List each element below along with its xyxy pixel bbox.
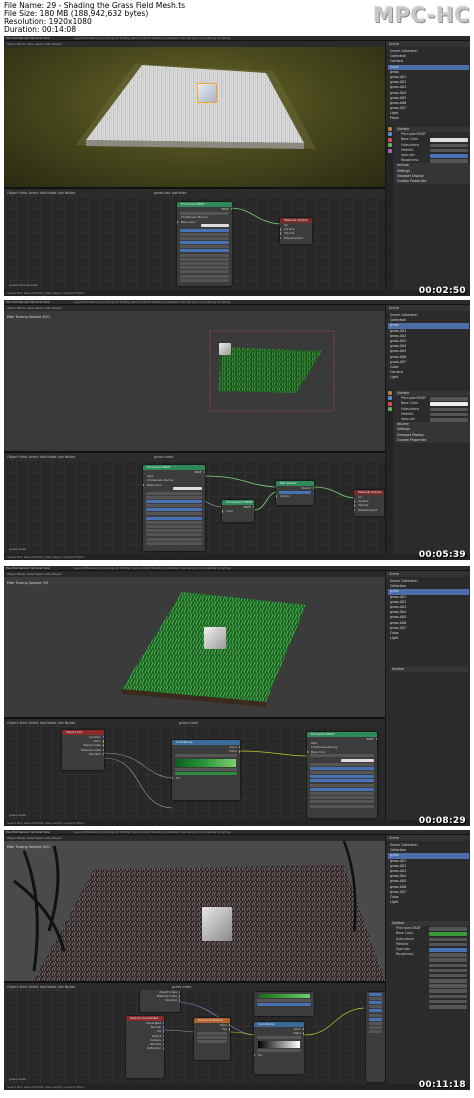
grass-field-render	[122, 592, 306, 707]
principled-bsdf-node[interactable]: Principled BSDF BSDF GGX Christensen-Bur…	[307, 732, 377, 818]
video-frame-1: File Edit Render Window Help Layout Mode…	[4, 36, 470, 296]
3d-viewport[interactable]: Path Tracing Sample 3/21	[4, 841, 385, 981]
node-editor[interactable]: Object Info Location Color Object Index …	[4, 726, 385, 820]
right-side-panels: Scene Scene Collection Collection grass …	[385, 835, 470, 1084]
material-output-node[interactable]: Material Output All Surface Volume Displ…	[354, 490, 384, 516]
node-editor-header: Object View Select Add Node Use Nodes gr…	[4, 453, 385, 460]
video-frame-4: File Edit Render Window Help Layout Mode…	[4, 830, 470, 1090]
video-frame-2: File Edit Render Window Help Layout Mode…	[4, 300, 470, 560]
object-info-node[interactable]: Object Index Material Index Random	[140, 990, 180, 1012]
node-editor-header: Object View Select Add Node Use Nodes gr…	[4, 719, 385, 726]
3d-viewport[interactable]: Path Tracing Sample 6/21	[4, 311, 385, 451]
outliner[interactable]: Scene Collection Collection grass grass.…	[388, 843, 469, 905]
node-editor-header: Object View Select Add Node Use Nodes gr…	[4, 189, 385, 196]
mix-rgb-node[interactable]	[254, 992, 314, 1016]
grass-field-render	[76, 64, 316, 149]
node-editor-header: Object View Select Add Node Use Nodes gr…	[4, 983, 385, 990]
right-side-panels: Scene Scene Collection Collection Camera…	[385, 41, 470, 290]
video-frame-3: File Edit Render Window Help Layout Mode…	[4, 566, 470, 826]
file-info-header: File Name: 29 - Shading the Grass Field …	[0, 0, 474, 34]
principled-bsdf-node-partial[interactable]	[366, 992, 385, 1082]
status-bar: Select Box Select Rotate View Object Con…	[4, 554, 470, 560]
status-bar: Select Box Select Rotate View Object Con…	[4, 290, 470, 296]
workspace-tabs[interactable]: Layout Modeling Sculpting UV Editing Tex…	[74, 36, 230, 40]
properties-panel[interactable]: Surface Principled BSDF Base Color Subsu…	[395, 391, 470, 443]
cube-object[interactable]	[197, 83, 217, 103]
mpc-hc-logo: MPC-HC	[373, 3, 470, 27]
duration: Duration: 00:14:08	[4, 25, 77, 34]
material-output-node[interactable]: Material Output All Surface Volume Displ…	[280, 218, 312, 244]
principled-bsdf-node[interactable]: Principled BSDF BSDF Christensen-Burley …	[177, 202, 232, 286]
status-bar: Select Box Select Rotate View Object Con…	[4, 1084, 470, 1090]
mix-shader-node[interactable]: Mix Shader Shader Shader	[276, 481, 314, 505]
properties-panel[interactable]: Surface Principled BSDF Base Color Subsu…	[390, 921, 469, 1009]
properties-panel[interactable]: Surface	[390, 667, 469, 673]
color-ramp-node[interactable]: ColorRamp Color Alpha Fac	[254, 1022, 304, 1074]
cube-object[interactable]	[202, 907, 232, 941]
timestamp: 00:08:29	[418, 816, 466, 826]
node-tree-name: grass.hair.particles	[9, 283, 38, 287]
render-sample-label: Path Tracing Sample 6/21	[7, 315, 51, 319]
outliner[interactable]: Scene Collection Collection grass grass.…	[388, 579, 469, 641]
node-editor[interactable]: Principled BSDF BSDF Christensen-Burley …	[4, 196, 385, 290]
status-bar: Select Box Select Rotate View Object Con…	[4, 820, 470, 826]
grass-field-render	[13, 841, 385, 981]
cube-object[interactable]	[204, 627, 226, 649]
node-editor[interactable]: Object Index Material Index Random Textu…	[4, 990, 385, 1084]
object-info-node[interactable]: Object Info Location Color Object Index …	[62, 730, 104, 770]
timestamp: 00:02:50	[418, 286, 466, 296]
node-editor[interactable]: Principled BSDF BSDF GGX Christensen-Bur…	[4, 460, 385, 554]
3d-viewport[interactable]: Path Tracing Sample 3/9	[4, 577, 385, 717]
outliner[interactable]: Scene Collection Collection grass grass.…	[388, 313, 469, 380]
gradient-texture-node[interactable]: Gradient Texture Color Fac	[194, 1018, 230, 1060]
right-side-panels: Scene Scene Collection Collection grass …	[385, 571, 470, 820]
properties-panel[interactable]: Surface Principled BSDF Base Color Subsu…	[395, 127, 470, 185]
material-name[interactable]: grass hair particles	[154, 191, 186, 195]
timestamp: 00:05:39	[418, 550, 466, 560]
grass-field-render	[209, 330, 335, 412]
color-ramp-node[interactable]: ColorRamp Color Alpha Fac	[172, 740, 240, 800]
outliner[interactable]: Scene Collection Collection Camera Cube …	[388, 49, 469, 122]
principled-bsdf-node[interactable]: Principled BSDF BSDF GGX Christensen-Bur…	[143, 465, 205, 551]
right-side-panels: Scene Scene Collection Collection grass …	[385, 305, 470, 554]
3d-viewport[interactable]	[4, 47, 385, 187]
texture-coordinate-node[interactable]: Texture Coordinate Generated Normal UV O…	[126, 1016, 164, 1078]
main-menu[interactable]: File Edit Render Window Help	[6, 36, 50, 40]
transparent-bsdf-node[interactable]: Transparent BSDF BSDF Color	[222, 500, 254, 522]
timestamp: 00:11:18	[418, 1080, 466, 1090]
cube-object[interactable]	[219, 343, 231, 355]
